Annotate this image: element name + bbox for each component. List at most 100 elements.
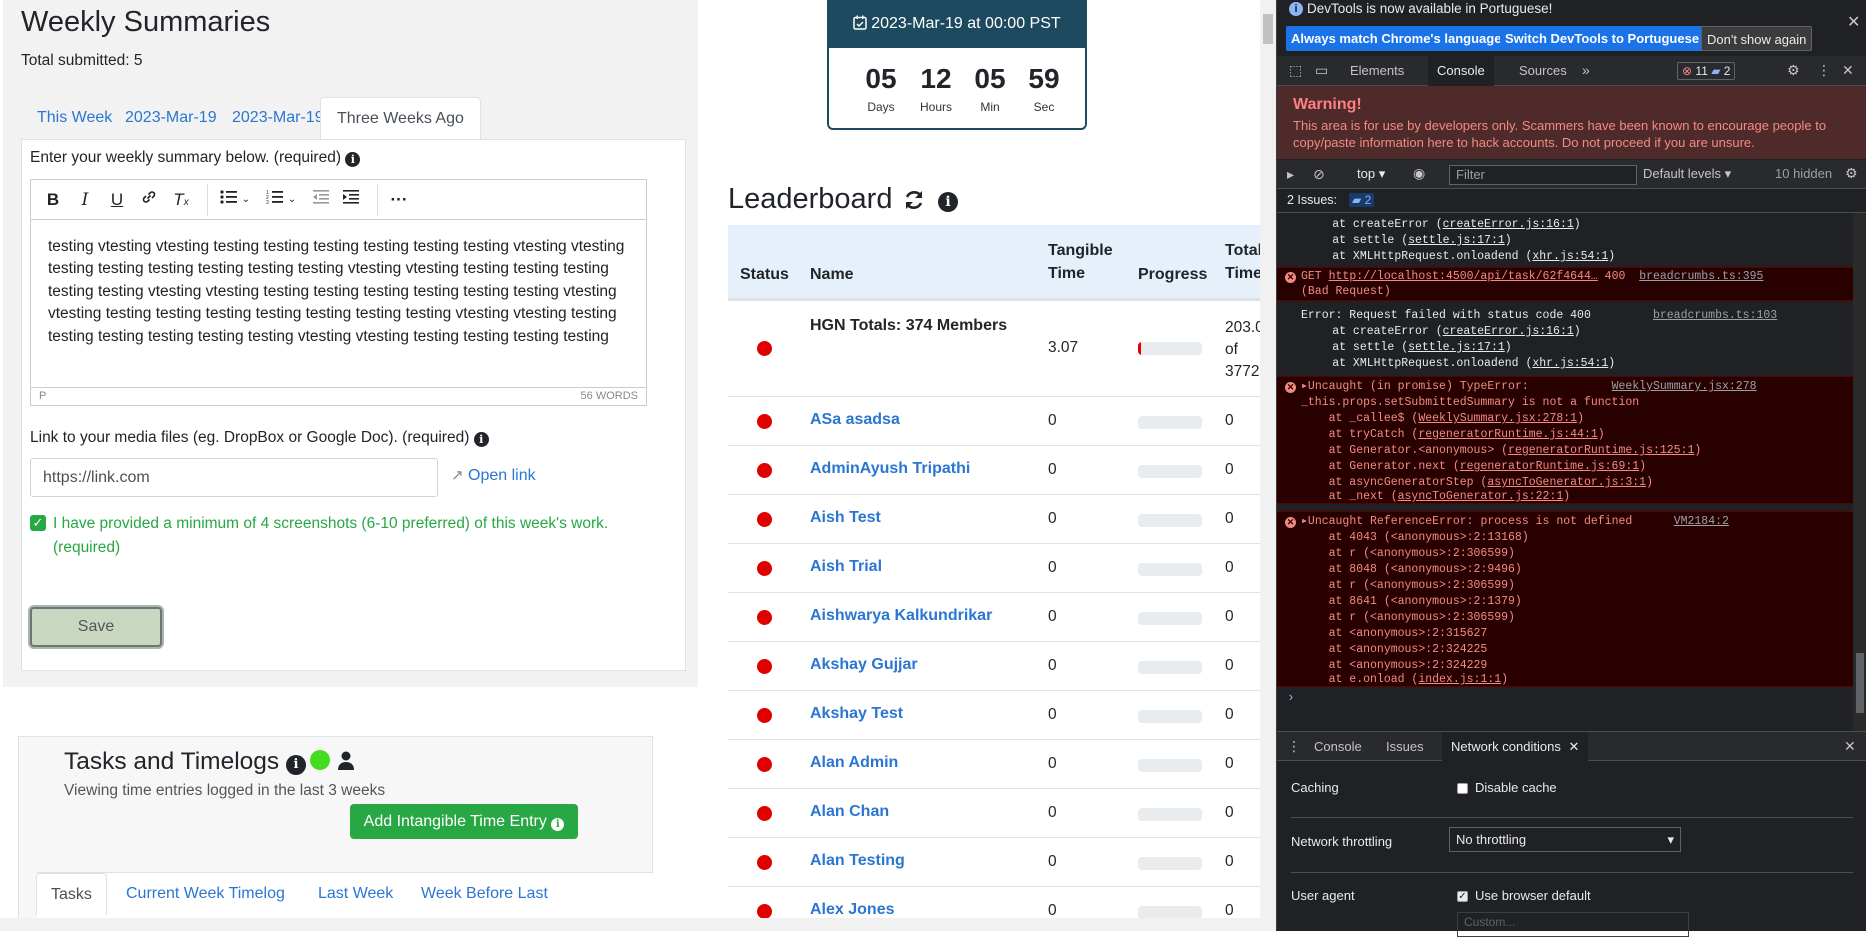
issue-count: 2: [1723, 64, 1731, 78]
link-icon[interactable]: [137, 188, 161, 212]
bullet-list-icon[interactable]: [217, 188, 241, 212]
close-icon[interactable]: ✕: [1568, 739, 1579, 754]
tab-last-week-timelog[interactable]: Last Week: [304, 873, 407, 915]
open-link[interactable]: ↗ Open link: [451, 466, 536, 485]
tab-sources[interactable]: Sources: [1510, 56, 1576, 86]
total-time: 0: [1225, 706, 1234, 723]
add-intangible-time-button[interactable]: Add Intangible Time Entry i: [350, 804, 578, 839]
tab-week-before-last-timelog[interactable]: Week Before Last: [407, 873, 562, 915]
italic-icon[interactable]: I: [73, 188, 97, 212]
page-vertical-scrollbar[interactable]: [1260, 0, 1276, 918]
member-name-link[interactable]: Aish Trial: [810, 558, 882, 576]
use-browser-default-checkbox[interactable]: ✓: [1457, 891, 1468, 902]
summary-editor[interactable]: B I U Tx ⌄ 123 ⌄ ··· testing vtesting vt…: [30, 179, 647, 406]
status-dot: [757, 708, 772, 723]
member-name-link[interactable]: Alan Chan: [810, 803, 889, 821]
member-name-link[interactable]: Aish Test: [810, 509, 881, 527]
issues-bar[interactable]: 2 Issues: ▰ 2: [1277, 189, 1866, 213]
status-dot: [757, 561, 772, 576]
tab-console[interactable]: Console: [1428, 56, 1494, 86]
console-scrollbar[interactable]: [1853, 213, 1866, 731]
throttling-select[interactable]: No throttling ▾: [1449, 827, 1681, 852]
clear-console-icon[interactable]: ⊘: [1313, 166, 1325, 183]
leaderboard-row: Aishwarya Kalkundrikar 0 0: [728, 592, 1276, 641]
match-language-button[interactable]: Always match Chrome's language: [1286, 26, 1507, 51]
console-error-typeerror[interactable]: ✕ ▸Uncaught (in promise) TypeError: Week…: [1277, 376, 1853, 504]
screenshot-checkbox[interactable]: ✓: [30, 515, 46, 531]
countdown-date: 2023-Mar-19 at 00:00 PST: [871, 15, 1061, 32]
kebab-menu-icon[interactable]: ⋮: [1817, 62, 1831, 79]
progress-bar: [1138, 857, 1202, 870]
numbered-list-icon[interactable]: 123: [263, 188, 287, 212]
total-time: 0: [1225, 657, 1234, 674]
gear-icon[interactable]: ⚙: [1845, 165, 1858, 182]
member-name-link[interactable]: Aishwarya Kalkundrikar: [810, 607, 992, 625]
col-status: Status: [740, 266, 789, 283]
clear-format-icon[interactable]: Tx: [169, 188, 193, 212]
leaderboard-totals-row: HGN Totals: 374 Members 3.07 203.0 of 37…: [728, 300, 1276, 396]
drawer-tab-console[interactable]: Console: [1305, 732, 1371, 762]
error-count: 11: [1695, 64, 1708, 78]
filter-input[interactable]: Filter: [1449, 165, 1637, 185]
indent-icon[interactable]: [339, 188, 363, 212]
member-name-link[interactable]: Alex Jones: [810, 901, 894, 919]
countdown-timer: 2023-Mar-19 at 00:00 PST 05 Days 12 Hours …: [827, 0, 1087, 130]
outdent-icon[interactable]: [309, 188, 333, 212]
device-toolbar-icon[interactable]: ▭: [1315, 62, 1328, 79]
info-icon[interactable]: i: [345, 152, 361, 167]
scroll-thumb[interactable]: [1856, 653, 1864, 713]
sidebar-toggle-icon[interactable]: ▸: [1287, 166, 1294, 183]
info-icon[interactable]: i: [938, 192, 958, 212]
console-prompt[interactable]: ›: [1287, 690, 1295, 705]
editor-content[interactable]: testing vtesting vtesting testing testin…: [48, 236, 628, 348]
context-selector[interactable]: top ▾: [1357, 166, 1385, 182]
info-icon[interactable]: i: [473, 432, 489, 447]
gear-icon[interactable]: ⚙: [1787, 62, 1800, 79]
drawer-menu-icon[interactable]: ⋮: [1287, 738, 1301, 755]
console-messages: at createError (createError.js:16:1) at …: [1277, 213, 1853, 731]
tab-current-week-timelog[interactable]: Current Week Timelog: [112, 873, 299, 915]
drawer-tab-network-conditions[interactable]: Network conditions ✕: [1442, 732, 1589, 762]
console-error-get[interactable]: ✕ GET http://localhost:4500/api/task/62f…: [1277, 267, 1853, 301]
switch-language-button[interactable]: Switch DevTools to Portuguese: [1500, 26, 1705, 51]
scroll-thumb[interactable]: [1263, 14, 1273, 44]
more-icon[interactable]: ···: [387, 188, 411, 212]
disable-cache-checkbox[interactable]: [1457, 783, 1468, 794]
close-drawer-icon[interactable]: ✕: [1844, 738, 1856, 755]
close-icon[interactable]: ✕: [1842, 62, 1854, 79]
member-name-link[interactable]: AdminAyush Tripathi: [810, 460, 970, 478]
console-line: Error: Request failed with status code 4…: [1301, 309, 1778, 322]
close-icon[interactable]: ✕: [1847, 12, 1860, 32]
bold-icon[interactable]: B: [41, 188, 65, 212]
member-name-link[interactable]: Alan Admin: [810, 754, 898, 772]
custom-user-agent-select[interactable]: Custom...: [1457, 912, 1689, 937]
leaderboard-header: Status Name Tangible Time Progress Total…: [728, 225, 1276, 300]
more-tabs-icon[interactable]: »: [1582, 62, 1590, 78]
underline-icon[interactable]: U: [105, 188, 129, 212]
log-levels-dropdown[interactable]: Default levels ▾: [1643, 166, 1731, 182]
countdown-hours: 12 Hours: [919, 63, 952, 114]
refresh-icon[interactable]: [902, 188, 926, 219]
member-name-link[interactable]: Akshay Gujjar: [810, 656, 918, 674]
member-name-link[interactable]: ASa asadsa: [810, 411, 900, 429]
tab-tasks[interactable]: Tasks: [36, 873, 107, 915]
chevron-down-icon[interactable]: ⌄: [285, 188, 299, 212]
inspect-icon[interactable]: ⬚: [1289, 62, 1302, 79]
leaderboard-title: Leaderboard: [728, 183, 893, 215]
dont-show-again-button[interactable]: Don't show again: [1701, 26, 1813, 51]
tab-three-weeks-ago[interactable]: Three Weeks Ago: [320, 97, 481, 139]
console-error-referenceerror[interactable]: ✕ ▸Uncaught ReferenceError: process is n…: [1277, 511, 1853, 687]
media-link-input[interactable]: [30, 458, 438, 497]
page-horizontal-scrollbar[interactable]: [0, 918, 1276, 931]
drawer-tab-issues[interactable]: Issues: [1377, 732, 1433, 762]
error-issue-counter[interactable]: ⊗ 11 ▰ 2: [1677, 62, 1736, 80]
eye-icon[interactable]: ◉: [1413, 165, 1425, 182]
member-name-link[interactable]: Alan Testing: [810, 852, 905, 870]
member-name-link[interactable]: Akshay Test: [810, 705, 903, 723]
total-time: 0: [1225, 608, 1234, 625]
tab-elements[interactable]: Elements: [1341, 56, 1413, 86]
info-icon[interactable]: i: [285, 755, 306, 775]
save-button[interactable]: Save: [30, 607, 162, 647]
chevron-down-icon[interactable]: ⌄: [239, 188, 253, 212]
tab-last-week[interactable]: 2023-Mar-19: [109, 97, 233, 139]
